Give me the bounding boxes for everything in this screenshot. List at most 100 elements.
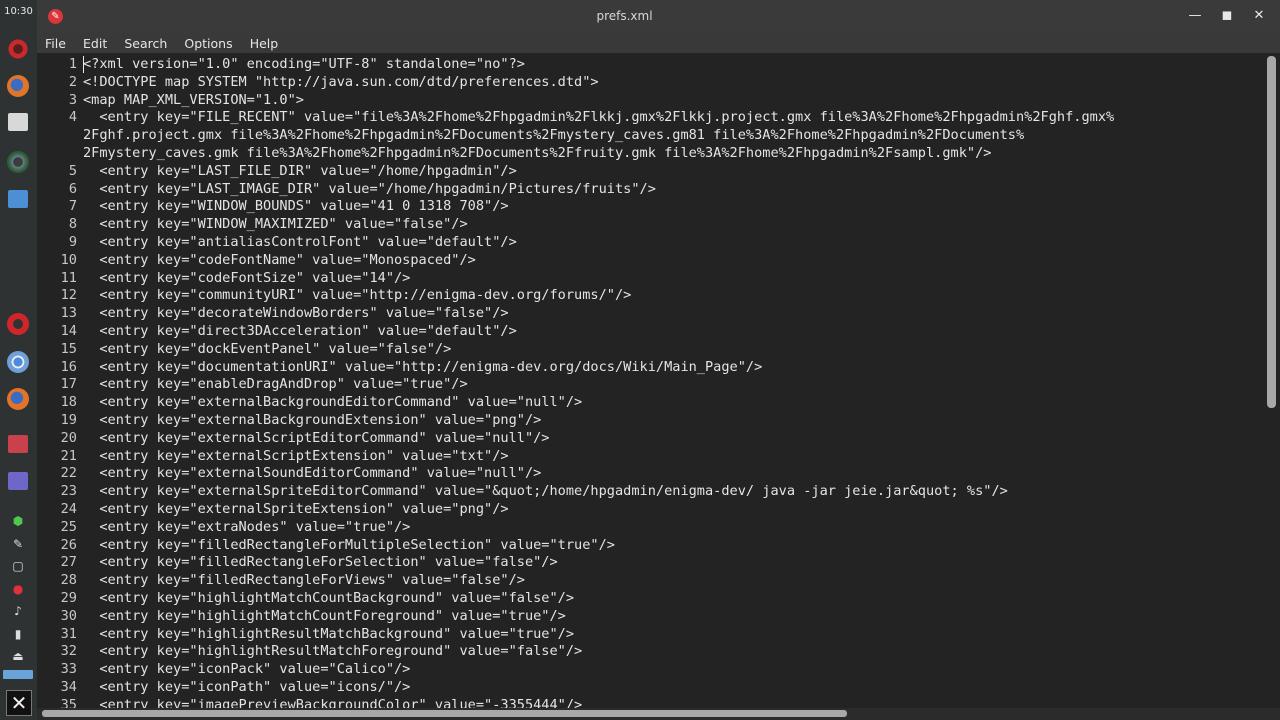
code-line[interactable]: <entry key="imagePreviewBackgroundColor"…: [83, 697, 1263, 708]
code-line[interactable]: <entry key="externalScriptEditorCommand"…: [83, 430, 1263, 448]
x-logo-icon[interactable]: ✕: [6, 690, 32, 716]
code-line[interactable]: <entry key="enableDragAndDrop" value="tr…: [83, 376, 1263, 394]
code-line[interactable]: <entry key="extraNodes" value="true"/>: [83, 519, 1263, 537]
code-line[interactable]: <entry key="codeFontSize" value="14"/>: [83, 270, 1263, 288]
menu-options[interactable]: Options: [180, 34, 236, 54]
menu-file[interactable]: File: [41, 34, 70, 54]
code-line[interactable]: <map MAP_XML_VERSION="1.0">: [83, 92, 1263, 110]
code-line[interactable]: 2Fghf.project.gmx file%3A%2Fhome%2Fhpgad…: [83, 127, 1263, 145]
line-number: 6: [68, 180, 77, 197]
maximize-icon[interactable]: ◼: [1218, 7, 1236, 25]
workspace-indicator[interactable]: [3, 670, 33, 679]
vertical-scrollbar[interactable]: [1267, 56, 1276, 408]
code-line[interactable]: <entry key="externalBackgroundExtension"…: [83, 412, 1263, 430]
line-number: 22: [60, 465, 77, 482]
menubar: File Edit Search Options Help: [37, 33, 1280, 53]
line-number: 33: [60, 661, 77, 678]
line-number: 25: [60, 518, 77, 535]
display-icon[interactable]: ▢: [11, 559, 25, 573]
line-number: 35: [60, 696, 77, 708]
line-number: 28: [60, 572, 77, 589]
line-number: 19: [60, 411, 77, 428]
minimize-icon[interactable]: —: [1186, 7, 1204, 25]
code-line[interactable]: <entry key="filledRectangleForSelection"…: [83, 554, 1263, 572]
code-line[interactable]: <entry key="filledRectangleForMultipleSe…: [83, 537, 1263, 555]
firefox-icon-2[interactable]: [7, 388, 29, 410]
package-icon[interactable]: ⬢: [11, 514, 25, 528]
file-manager-icon[interactable]: [8, 472, 28, 490]
code-line[interactable]: <entry key="WINDOW_BOUNDS" value="41 0 1…: [83, 198, 1263, 216]
line-number: 21: [60, 447, 77, 464]
opera-icon[interactable]: [7, 38, 29, 60]
code-line[interactable]: <entry key="LAST_IMAGE_DIR" value="/home…: [83, 181, 1263, 199]
code-line[interactable]: <entry key="filledRectangleForViews" val…: [83, 572, 1263, 590]
menu-edit[interactable]: Edit: [79, 34, 111, 54]
volume-icon[interactable]: ♪: [11, 604, 25, 618]
code-line[interactable]: <entry key="decorateWindowBorders" value…: [83, 305, 1263, 323]
battery-icon: ▮: [14, 627, 22, 641]
menu-search[interactable]: Search: [120, 34, 171, 54]
code-line[interactable]: <entry key="iconPath" value="icons/"/>: [83, 679, 1263, 697]
line-number: 5: [68, 162, 77, 179]
code-line[interactable]: <entry key="highlightMatchCountForegroun…: [83, 608, 1263, 626]
firefox-icon[interactable]: [7, 75, 29, 97]
paperclip-icon[interactable]: ✎: [11, 537, 25, 551]
line-number: 1: [68, 56, 77, 72]
text-editor-icon[interactable]: [8, 113, 28, 131]
code-line[interactable]: <entry key="codeFontName" value="Monospa…: [83, 252, 1263, 270]
code-line[interactable]: <entry key="antialiasControlFont" value=…: [83, 234, 1263, 252]
window-title: prefs.xml: [596, 9, 653, 23]
line-number: 13: [60, 305, 77, 322]
code-line[interactable]: <entry key="iconPack" value="Calico"/>: [83, 661, 1263, 679]
line-number: 18: [60, 394, 77, 411]
line-number: 9: [68, 233, 77, 250]
record-icon[interactable]: ●: [11, 582, 25, 596]
code-line[interactable]: <entry key="externalBackgroundEditorComm…: [83, 394, 1263, 412]
close-icon[interactable]: ✕: [1250, 7, 1268, 25]
line-number: 3: [68, 91, 77, 108]
code-line[interactable]: <entry key="externalSpriteEditorCommand"…: [83, 483, 1263, 501]
code-line[interactable]: <entry key="FILE_RECENT" value="file%3A%…: [83, 109, 1263, 127]
chromium-icon[interactable]: [7, 351, 29, 373]
line-number-gutter: 1 2 3 4 5 6 7 8 9 10 11 12 13 14 15 16 17 18 19 20 21 22 23 24 2…: [37, 56, 79, 708]
code-line[interactable]: <entry key="LAST_FILE_DIR" value="/home/…: [83, 163, 1263, 181]
line-number: 32: [60, 643, 77, 660]
line-number: 31: [60, 625, 77, 642]
browser-icon[interactable]: [7, 151, 29, 173]
code-line[interactable]: <!DOCTYPE map SYSTEM "http://java.sun.co…: [83, 74, 1263, 92]
line-number: 29: [60, 589, 77, 606]
code-line[interactable]: <?xml version="1.0" encoding="UTF-8" sta…: [83, 56, 1263, 74]
opera-icon-2[interactable]: [7, 313, 29, 335]
code-line[interactable]: <entry key="highlightResultMatchBackgrou…: [83, 626, 1263, 644]
code-line[interactable]: <entry key="documentationURI" value="htt…: [83, 359, 1263, 377]
code-line[interactable]: <entry key="dockEventPanel" value="false…: [83, 341, 1263, 359]
line-number: 7: [68, 198, 77, 215]
code-line[interactable]: <entry key="communityURI" value="http://…: [83, 287, 1263, 305]
code-line[interactable]: <entry key="externalSoundEditorCommand" …: [83, 465, 1263, 483]
line-number: 2: [68, 73, 77, 90]
line-number: 15: [60, 340, 77, 357]
text-cursor: [83, 56, 84, 73]
horizontal-scrollbar[interactable]: [42, 710, 847, 717]
eject-icon[interactable]: ⏏: [11, 649, 25, 663]
code-line[interactable]: <entry key="highlightResultMatchForegrou…: [83, 643, 1263, 661]
code-line[interactable]: 2Fmystery_caves.gmk file%3A%2Fhome%2Fhpg…: [83, 145, 1263, 163]
line-number: 12: [60, 287, 77, 304]
code-line[interactable]: <entry key="externalScriptExtension" val…: [83, 448, 1263, 466]
line-number: 17: [60, 376, 77, 393]
folder-icon[interactable]: [8, 190, 28, 208]
code-line[interactable]: <entry key="WINDOW_MAXIMIZED" value="fal…: [83, 216, 1263, 234]
code-text[interactable]: <?xml version="1.0" encoding="UTF-8" sta…: [83, 56, 1263, 708]
code-line[interactable]: <entry key="highlightMatchCountBackgroun…: [83, 590, 1263, 608]
code-line[interactable]: <entry key="direct3DAcceleration" value=…: [83, 323, 1263, 341]
line-number: 11: [60, 269, 77, 286]
menu-help[interactable]: Help: [246, 34, 283, 54]
line-number: 30: [60, 607, 77, 624]
window-titlebar[interactable]: ✎ prefs.xml — ◼ ✕: [37, 0, 1280, 33]
line-number: 4: [68, 109, 77, 126]
code-line[interactable]: <entry key="externalSpriteExtension" val…: [83, 501, 1263, 519]
screen-recorder-icon[interactable]: [8, 435, 28, 453]
text-editor-area[interactable]: 1 2 3 4 5 6 7 8 9 10 11 12 13 14 15 16 17 18 19 20 21 22 23 24 2…: [37, 53, 1280, 708]
line-number: [37, 145, 79, 163]
line-number: 16: [60, 358, 77, 375]
